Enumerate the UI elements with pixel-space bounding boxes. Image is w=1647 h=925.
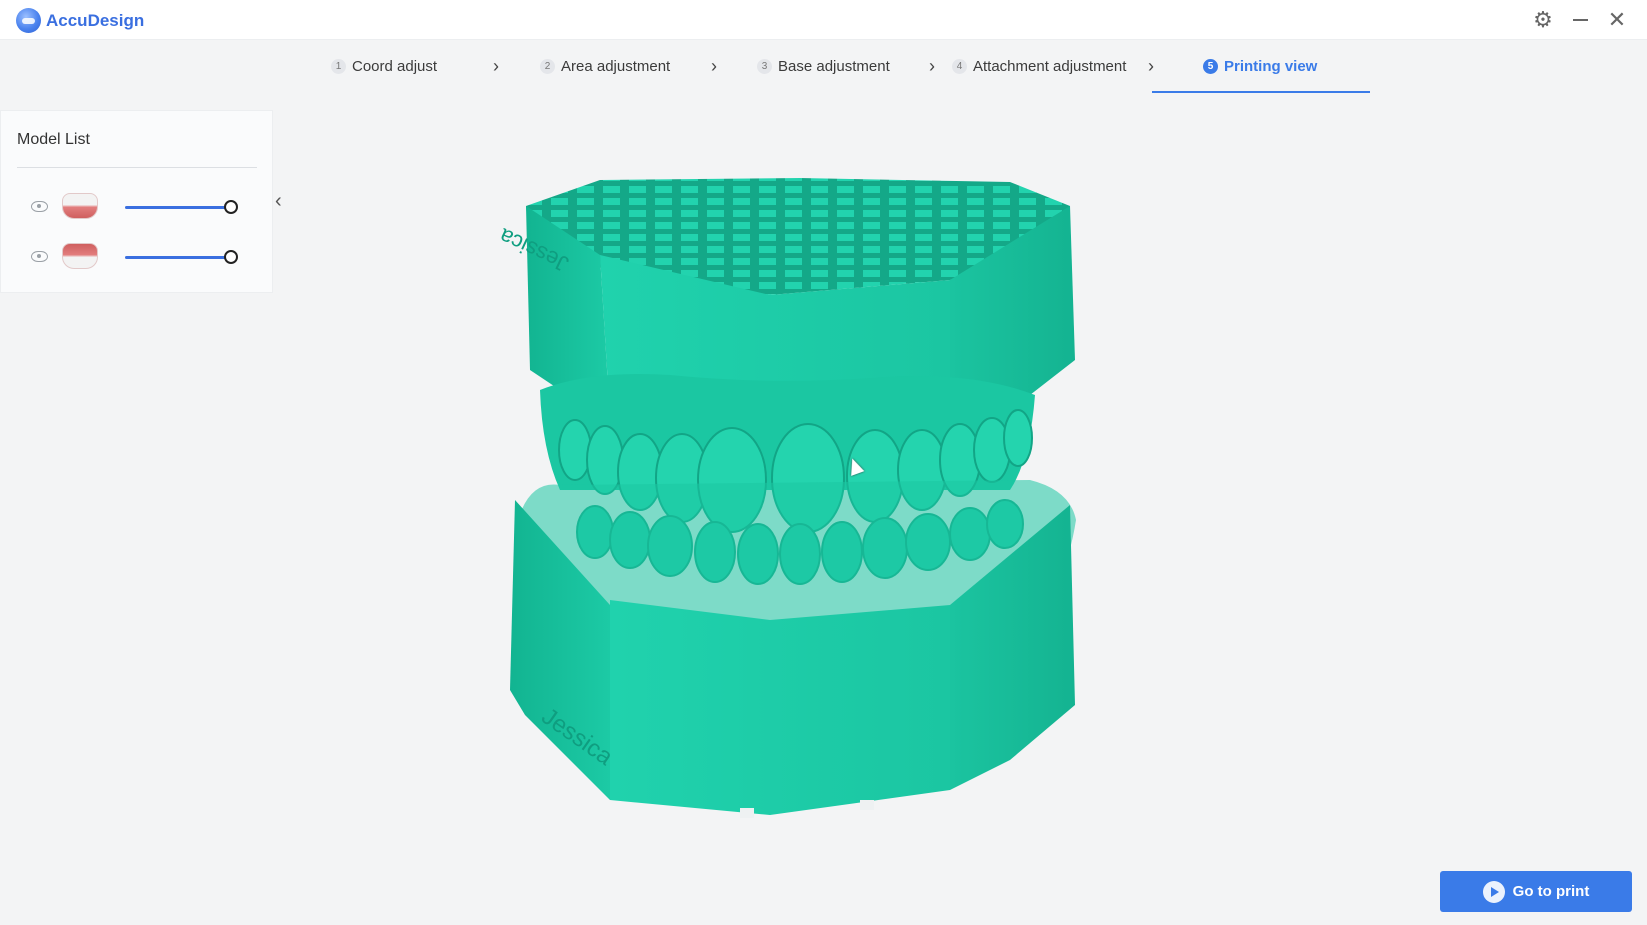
step-coord-adjust[interactable]: 1 Coord adjust bbox=[331, 58, 437, 75]
divider bbox=[17, 167, 257, 168]
title-bar: AccuDesign ⚙ ✕ bbox=[0, 0, 1647, 40]
step-number: 4 bbox=[952, 59, 967, 74]
step-label: Base adjustment bbox=[778, 58, 890, 75]
3d-viewport[interactable]: Jessica Jessica bbox=[470, 160, 1160, 830]
step-printing-view[interactable]: 5 Printing view bbox=[1203, 58, 1317, 75]
panel-title: Model List bbox=[17, 131, 90, 148]
minimize-icon[interactable] bbox=[1567, 8, 1593, 32]
chevron-right-icon: › bbox=[711, 56, 717, 76]
step-label: Coord adjust bbox=[352, 58, 438, 75]
step-area-adjustment[interactable]: 2 Area adjustment bbox=[540, 58, 670, 75]
step-navigation: 1 Coord adjust › 2 Area adjustment › 3 B… bbox=[0, 40, 1647, 94]
dental-model: Jessica Jessica bbox=[495, 178, 1076, 818]
chevron-right-icon: › bbox=[493, 56, 499, 76]
opacity-slider-track[interactable] bbox=[125, 206, 231, 209]
app-name: AccuDesign bbox=[46, 10, 145, 30]
step-number: 1 bbox=[331, 59, 346, 74]
step-number: 3 bbox=[757, 59, 772, 74]
step-attachment-adjustment[interactable]: 4 Attachment adjustment bbox=[952, 58, 1126, 75]
lower-jaw-thumbnail bbox=[62, 243, 98, 269]
step-label: Area adjustment bbox=[561, 58, 671, 75]
brand: AccuDesign bbox=[16, 8, 144, 33]
model-row-lower bbox=[1, 239, 274, 279]
play-icon bbox=[1482, 880, 1505, 903]
step-number: 5 bbox=[1203, 59, 1218, 74]
chevron-right-icon: › bbox=[1148, 56, 1154, 76]
chevron-right-icon: › bbox=[929, 56, 935, 76]
opacity-slider-handle[interactable] bbox=[224, 200, 238, 214]
chevron-left-icon[interactable]: ‹ bbox=[275, 190, 282, 213]
step-base-adjustment[interactable]: 3 Base adjustment bbox=[757, 58, 890, 75]
step-label: Printing view bbox=[1224, 58, 1318, 75]
active-step-underline bbox=[1152, 91, 1370, 93]
close-icon[interactable]: ✕ bbox=[1604, 8, 1630, 32]
eye-icon[interactable] bbox=[31, 201, 48, 212]
opacity-slider-handle[interactable] bbox=[224, 250, 238, 264]
model-list-panel: Model List bbox=[0, 110, 273, 293]
step-label: Attachment adjustment bbox=[973, 58, 1127, 75]
opacity-slider-track[interactable] bbox=[125, 256, 231, 259]
step-number: 2 bbox=[540, 59, 555, 74]
accudesign-logo-icon bbox=[16, 8, 41, 33]
go-to-print-button[interactable]: Go to print bbox=[1440, 871, 1632, 912]
go-to-print-label: Go to print bbox=[1512, 883, 1590, 900]
model-row-upper bbox=[1, 189, 274, 229]
upper-jaw-thumbnail bbox=[62, 193, 98, 219]
eye-icon[interactable] bbox=[31, 251, 48, 262]
gear-icon[interactable]: ⚙ bbox=[1530, 8, 1556, 32]
